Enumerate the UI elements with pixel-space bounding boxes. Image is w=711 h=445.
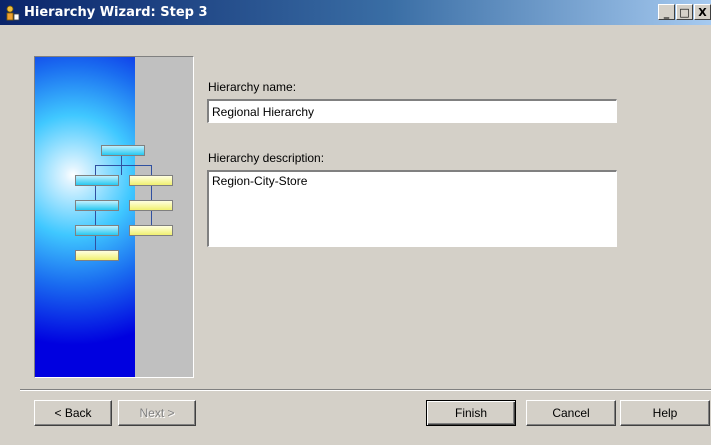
connector-line: [95, 165, 151, 166]
maximize-button[interactable]: □: [676, 4, 693, 20]
chart-box: [75, 175, 119, 186]
help-button[interactable]: Help: [620, 400, 710, 426]
hierarchy-name-input[interactable]: [207, 99, 617, 123]
chart-box: [129, 225, 173, 236]
chart-box: [129, 200, 173, 211]
finish-button[interactable]: Finish: [426, 400, 516, 426]
hierarchy-wizard-icon: [6, 5, 20, 20]
back-button[interactable]: < Back: [34, 400, 112, 426]
close-button[interactable]: X: [694, 4, 711, 20]
title-bar: Hierarchy Wizard: Step 3 _ □ X: [0, 0, 711, 25]
next-button[interactable]: Next >: [118, 400, 196, 426]
hierarchy-name-label: Hierarchy name:: [208, 80, 297, 94]
window-title: Hierarchy Wizard: Step 3: [24, 5, 208, 20]
minimize-button[interactable]: _: [658, 4, 675, 20]
hierarchy-description-input[interactable]: Region-City-Store: [207, 170, 617, 247]
footer-separator: [20, 389, 711, 391]
chart-box: [75, 225, 119, 236]
chart-box: [75, 200, 119, 211]
window-controls: _ □ X: [657, 4, 711, 20]
hierarchy-description-label: Hierarchy description:: [208, 151, 325, 165]
chart-box: [101, 145, 145, 156]
wizard-illustration: [34, 56, 194, 378]
chart-box: [129, 175, 173, 186]
chart-box: [75, 250, 119, 261]
hierarchy-chart-graphic: [35, 57, 135, 377]
cancel-button[interactable]: Cancel: [526, 400, 616, 426]
